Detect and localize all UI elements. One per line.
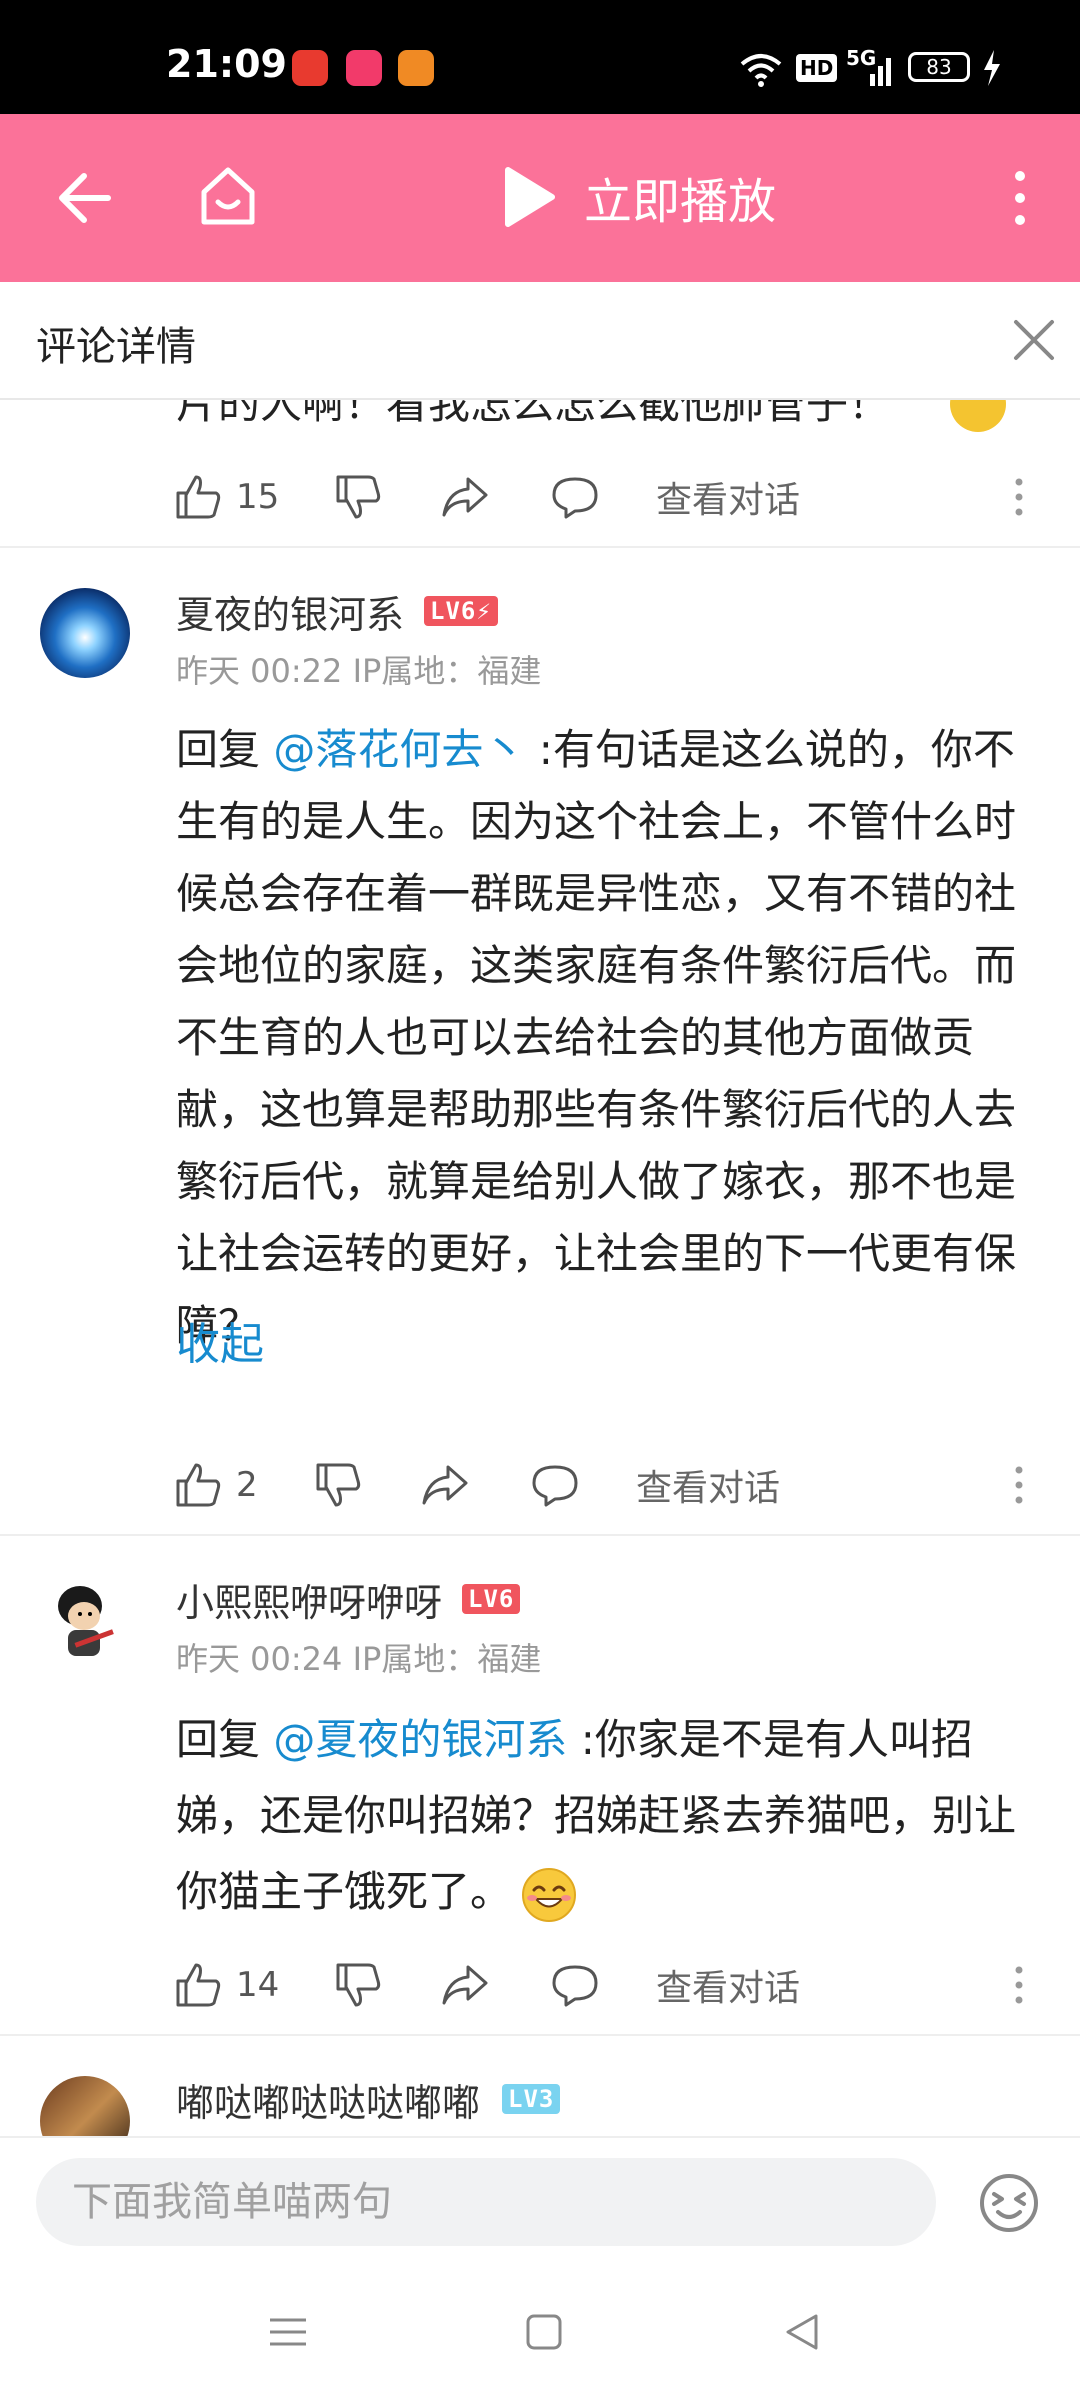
mention-link[interactable]: @夏夜的银河系 <box>273 1715 567 1764</box>
thumbs-up-icon <box>176 1463 221 1507</box>
more-options-icon[interactable] <box>1014 462 1024 532</box>
view-conversation-link[interactable]: 查看对话 <box>656 462 800 532</box>
username[interactable]: 夏夜的银河系 <box>176 584 404 639</box>
thumbs-up-icon <box>176 475 221 519</box>
notification-app-icon <box>292 50 328 86</box>
comment-bubble-icon <box>532 1465 578 1507</box>
like-button[interactable]: 14 <box>174 1950 279 2020</box>
comment-body: 回复 @落花何去丶 :有句话是这么说的，你不生有的是人生。因为这个社会上，不管什… <box>176 714 1036 1362</box>
share-button[interactable] <box>420 1450 470 1520</box>
divider <box>0 1534 1080 1536</box>
comment-time: 昨天 00:24 <box>176 1640 343 1678</box>
thumbs-down-icon <box>336 475 381 519</box>
divider <box>0 2034 1080 2036</box>
top-navigation-bar: 立即播放 <box>0 114 1080 282</box>
back-arrow-icon[interactable] <box>56 170 112 226</box>
thumbs-down-icon <box>336 1963 381 2007</box>
thumbs-up-icon <box>176 1963 221 2007</box>
share-icon <box>442 1965 488 2005</box>
avatar[interactable] <box>40 1576 130 1666</box>
share-icon <box>442 477 488 517</box>
close-icon[interactable] <box>1012 318 1056 362</box>
comment-list[interactable]: 片的人啊！看我怎么怎么截他肺管子！ 15 查看对话 夏夜的银河系 LV6⚡ 昨天… <box>0 400 1080 2136</box>
view-conversation-label: 查看对话 <box>656 480 801 521</box>
more-vertical-icon[interactable] <box>1008 170 1032 226</box>
comment-text: :有句话是这么说的，你不生有的是人生。因为这个社会上，不管什么时候总会存在着一群… <box>176 725 1017 1350</box>
reply-prefix: 回复 <box>176 1715 274 1764</box>
comment-time: 昨天 00:22 <box>176 652 343 690</box>
notification-app-icon <box>346 50 382 86</box>
like-button[interactable]: 15 <box>174 462 279 532</box>
battery-indicator: 83 <box>908 52 970 82</box>
comment-input[interactable] <box>36 2158 936 2246</box>
reply-button[interactable] <box>530 1450 580 1520</box>
username[interactable]: 嘟哒嘟哒哒哒嘟嘟 <box>176 2072 480 2127</box>
view-conversation-link[interactable]: 查看对话 <box>656 1950 800 2020</box>
like-button[interactable]: 2 <box>174 1450 258 1520</box>
view-conversation-label: 查看对话 <box>636 1468 781 1509</box>
like-count: 2 <box>236 1465 258 1505</box>
comment-bubble-icon <box>552 477 598 519</box>
comment-body: 回复 @夏夜的银河系 :你家是不是有人叫招娣，还是你叫招娣？招娣赶紧去养猫吧，别… <box>176 1702 1036 1930</box>
wifi-icon <box>740 54 782 87</box>
share-button[interactable] <box>440 462 490 532</box>
collapse-link[interactable]: 收起 <box>176 1308 264 1372</box>
comment-input-bar <box>0 2136 1080 2264</box>
avatar[interactable] <box>40 588 130 678</box>
smiling-face-emoji-icon <box>522 1867 577 1922</box>
emoji-picker-icon[interactable] <box>978 2172 1040 2234</box>
share-button[interactable] <box>440 1950 490 2020</box>
divider <box>0 546 1080 548</box>
comment-actions: 2 查看对话 <box>0 1450 1080 1520</box>
mention-link[interactable]: @落花何去丶 <box>273 725 525 774</box>
home-icon[interactable] <box>196 164 260 228</box>
view-conversation-link[interactable]: 查看对话 <box>636 1450 780 1520</box>
back-triangle-icon[interactable] <box>782 2312 822 2352</box>
comment-actions: 15 查看对话 <box>0 462 1080 532</box>
more-options-icon[interactable] <box>1014 1950 1024 2020</box>
play-icon <box>505 167 555 227</box>
status-time: 21:09 <box>166 42 287 86</box>
menu-icon[interactable] <box>268 2312 308 2352</box>
view-conversation-label: 查看对话 <box>656 1968 801 2009</box>
signal-icon <box>870 58 891 86</box>
like-count: 14 <box>236 1965 280 2005</box>
username[interactable]: 小熙熙咿呀咿呀 <box>176 1572 442 1627</box>
dislike-button[interactable] <box>334 462 382 532</box>
ip-location: IP属地：福建 <box>352 652 542 690</box>
charging-icon <box>984 50 1000 86</box>
reply-button[interactable] <box>550 1950 600 2020</box>
more-options-icon[interactable] <box>1014 1450 1024 1520</box>
like-count: 15 <box>236 477 280 517</box>
page-title: 评论详情 <box>36 324 196 370</box>
status-bar: 21:09 HD 5G 83 <box>0 0 1080 114</box>
dislike-button[interactable] <box>334 1950 382 2020</box>
comment-actions: 14 查看对话 <box>0 1950 1080 2020</box>
comment-meta: 昨天 00:22 IP属地：福建 <box>176 646 541 692</box>
system-navigation-bar <box>0 2264 1080 2400</box>
notification-app-icon <box>398 50 434 86</box>
emoji-icon <box>950 400 1006 432</box>
thumbs-down-icon <box>316 1463 361 1507</box>
comment-detail-header: 评论详情 <box>0 282 1080 400</box>
level-badge: LV3 <box>502 2084 561 2114</box>
hd-badge: HD <box>796 54 838 82</box>
level-badge: LV6⚡ <box>424 596 498 626</box>
comment-bubble-icon <box>552 1965 598 2007</box>
comment-meta: 昨天 00:24 IP属地：福建 <box>176 1634 541 1680</box>
battery-level: 83 <box>926 55 952 79</box>
play-now-label: 立即播放 <box>584 174 777 230</box>
avatar[interactable] <box>40 2076 130 2136</box>
play-now-button[interactable]: 立即播放 <box>500 162 776 232</box>
reply-button[interactable] <box>550 462 600 532</box>
home-square-icon[interactable] <box>524 2312 564 2352</box>
reply-prefix: 回复 <box>176 725 274 774</box>
comment-body-partial: 片的人啊！看我怎么怎么截他肺管子！ <box>176 400 891 428</box>
dislike-button[interactable] <box>314 1450 362 1520</box>
ip-location: IP属地：福建 <box>352 1640 542 1678</box>
share-icon <box>422 1465 468 1505</box>
level-badge: LV6 <box>462 1584 521 1614</box>
